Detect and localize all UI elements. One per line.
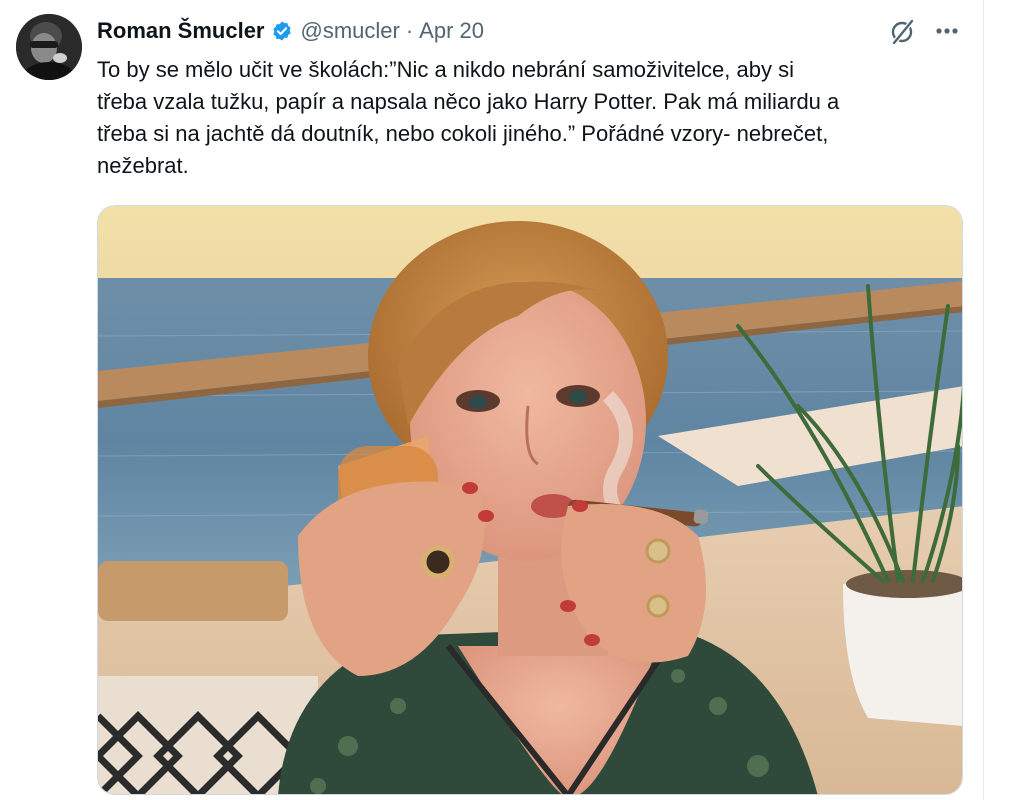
more-options-icon[interactable] xyxy=(930,16,964,46)
author-name[interactable]: Roman Šmucler xyxy=(97,18,265,44)
avatar-image xyxy=(16,14,82,80)
tweet-timestamp[interactable]: Apr 20 xyxy=(419,18,484,44)
tweet-header: Roman Šmucler @smucler · Apr 20 xyxy=(97,14,484,48)
tweet-photo[interactable] xyxy=(97,205,963,795)
grok-icon[interactable] xyxy=(888,18,916,46)
verified-badge-icon xyxy=(271,20,293,42)
avatar[interactable] xyxy=(16,14,82,80)
separator-dot: · xyxy=(405,18,414,43)
author-handle[interactable]: @smucler xyxy=(301,18,400,44)
photo-woman-with-cigar xyxy=(98,206,962,794)
tweet-text: To by se mělo učit ve školách:”Nic a nik… xyxy=(97,57,840,178)
timeline-border xyxy=(983,0,984,800)
